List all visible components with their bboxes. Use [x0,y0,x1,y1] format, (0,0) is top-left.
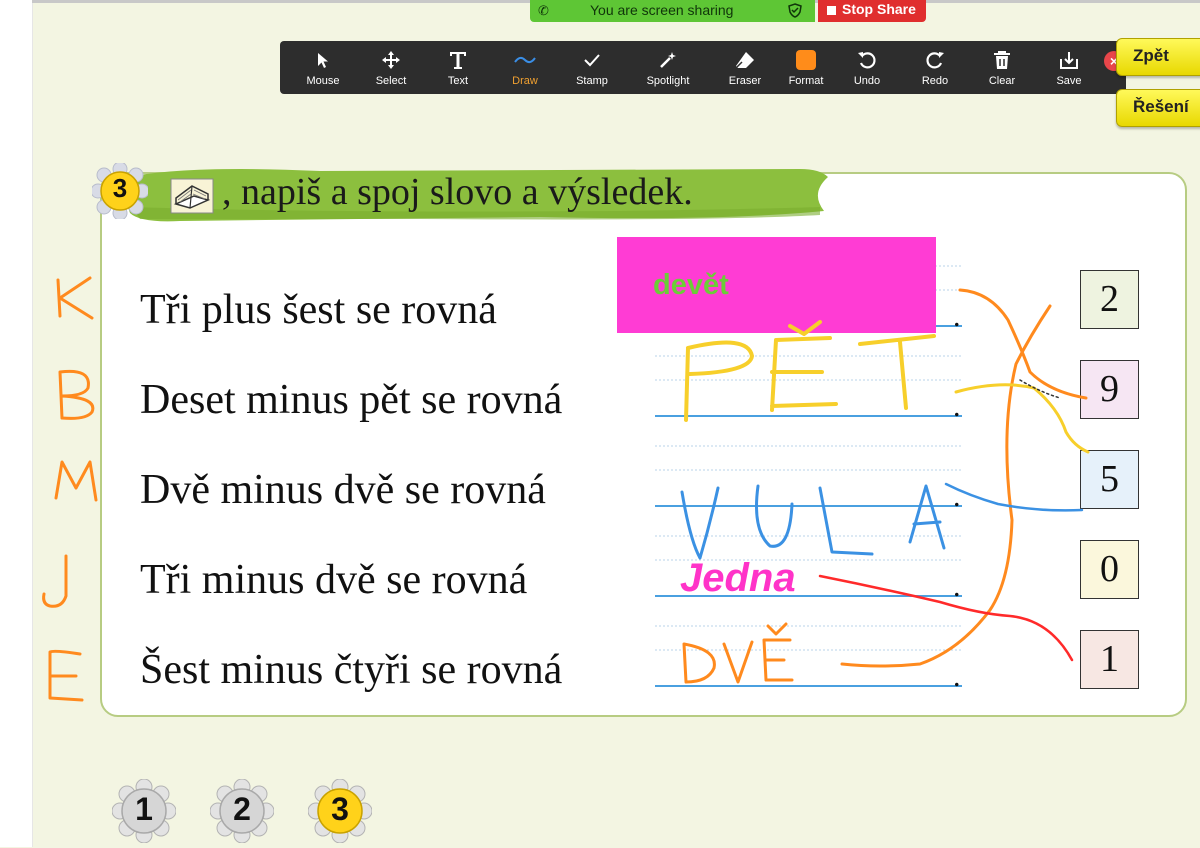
handwritten-letter-m [54,460,98,502]
page-3-button[interactable]: 3 [307,778,373,844]
page-number: 2 [233,791,251,827]
handwritten-letter-b [58,369,95,420]
handwritten-answer-2 [684,320,936,422]
handwritten-letter-k [56,276,94,320]
drawing-layer [42,276,1090,702]
page-1-button[interactable]: 1 [111,778,177,844]
handwritten-answer-5 [682,622,794,684]
handwritten-letter-j [42,554,68,608]
page-number: 3 [331,791,349,827]
connection-line-blue [944,482,1084,512]
handwritten-letter-e [48,649,84,702]
page-2-button[interactable]: 2 [209,778,275,844]
page-number: 1 [135,791,153,827]
handwritten-answer-3 [680,484,946,560]
connection-line-red [818,574,1074,662]
